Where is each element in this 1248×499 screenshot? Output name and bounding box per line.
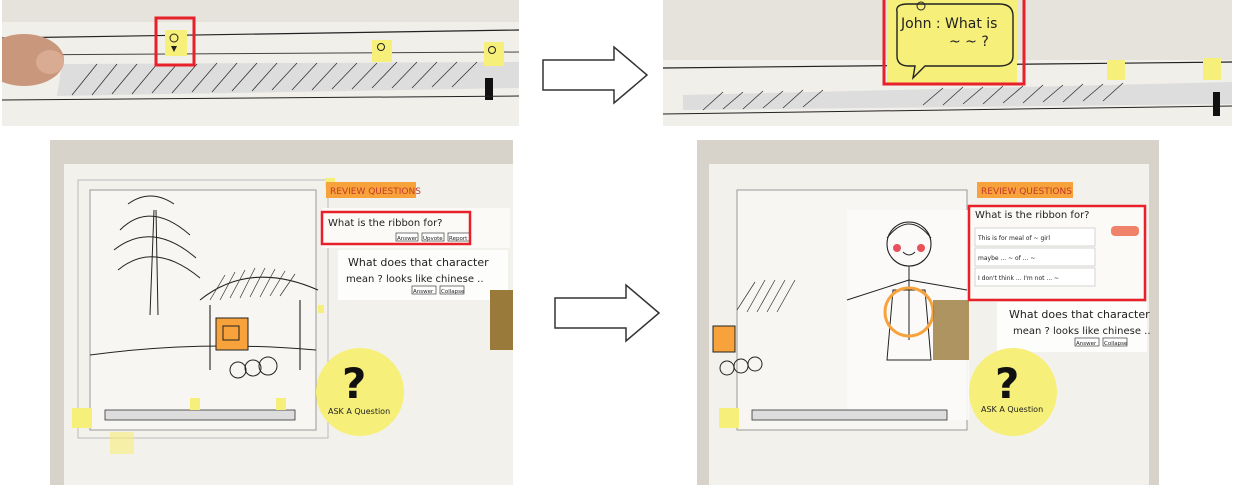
svg-text:?: ?: [995, 359, 1019, 408]
review-header-after: REVIEW QUESTIONS: [981, 187, 1072, 197]
question-text-after: What is the ribbon for?: [975, 210, 1090, 221]
photo-review-before: REVIEW QUESTIONS What is the ribbon for?…: [50, 140, 513, 485]
note-button-answer[interactable]: Answer: [413, 289, 434, 295]
review-after-sketch: REVIEW QUESTIONS What is the ribbon for?…: [697, 140, 1159, 485]
svg-text:?: ?: [342, 359, 366, 408]
note-line-1: What does that character: [348, 256, 489, 269]
ask-question-label-after[interactable]: ASK A Question: [981, 405, 1043, 414]
timeline-sketch: [2, 0, 519, 126]
question-button-upvote[interactable]: Upvote: [423, 236, 443, 242]
arrow-bottom: [553, 283, 662, 343]
question-button-answer[interactable]: Answer: [397, 236, 418, 242]
note-line-2: mean ? looks like chinese ..: [346, 274, 484, 285]
bubble-line-2: ~ ~ ?: [949, 34, 989, 50]
answer-1: This is for meal of ~ girl: [977, 235, 1050, 242]
question-text: What is the ribbon for?: [328, 218, 443, 229]
note-line-1-after: What does that character: [1009, 308, 1150, 321]
photo-timeline-before: [2, 0, 519, 126]
answer-2: maybe ... ~ of ... ~: [978, 255, 1035, 262]
review-before-sketch: REVIEW QUESTIONS What is the ribbon for?…: [50, 140, 513, 485]
photo-timeline-after: John : What is ~ ~ ?: [663, 0, 1232, 126]
answer-3: I don't think ... I'm not ... ~: [978, 275, 1059, 282]
review-header: REVIEW QUESTIONS: [330, 187, 421, 197]
ask-question-label[interactable]: ASK A Question: [328, 407, 390, 416]
note-button-collapse-after[interactable]: Collapse: [1104, 341, 1128, 347]
bubble-line-1: John : What is: [900, 16, 997, 32]
arrow-top: [541, 45, 650, 105]
photo-review-after: REVIEW QUESTIONS What is the ribbon for?…: [697, 140, 1159, 485]
note-button-collapse[interactable]: Collapse: [441, 289, 465, 295]
timeline-bubble-sketch: John : What is ~ ~ ?: [663, 0, 1232, 126]
note-line-2-after: mean ? looks like chinese ..: [1013, 326, 1151, 337]
question-button-report[interactable]: Report: [449, 236, 468, 242]
note-button-answer-after[interactable]: Answer: [1076, 341, 1097, 347]
